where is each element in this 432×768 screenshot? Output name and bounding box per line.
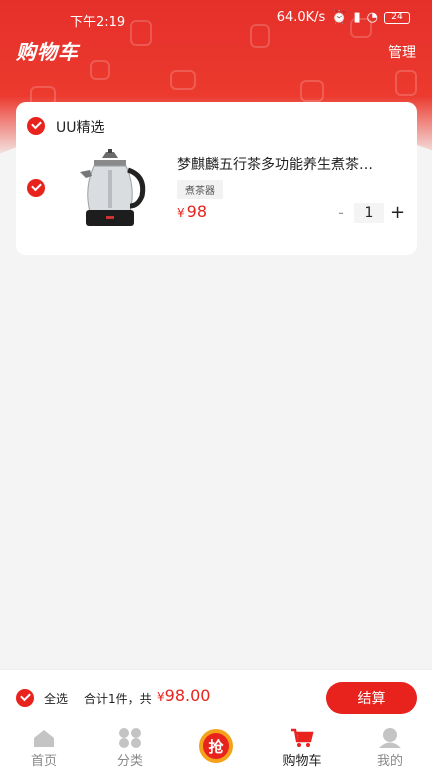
select-all-label[interactable]: 全选 <box>44 690 68 707</box>
wifi-icon: ◔ <box>366 10 378 25</box>
tab-label-cart: 购物车 <box>282 754 322 768</box>
grab-deal-icon[interactable]: 抢 <box>196 726 236 766</box>
total-price: ¥98.00 <box>157 686 210 705</box>
product-title[interactable]: 梦麒麟五行茶多功能养生煮茶… <box>177 154 397 174</box>
status-bar: 下午2:19 64.0K/s ⏰ ▮ ◔ 24 <box>0 0 432 36</box>
product-spec-tag[interactable]: 煮茶器 <box>177 180 223 199</box>
checkout-bar: 全选 合计1件，共 ¥98.00 结算 <box>0 669 432 725</box>
product-price: ¥98 <box>177 202 207 221</box>
shop-name[interactable]: UU精选 <box>56 117 105 137</box>
price-value: 98 <box>186 202 207 221</box>
shop-cart-card: UU精选 梦麒麟五行茶多功能养生煮茶… 煮茶器 ¥98 - 1 + <box>16 102 417 255</box>
signal-icon: ▮ <box>353 10 361 25</box>
product-image[interactable] <box>70 148 150 232</box>
total-currency: ¥ <box>157 690 165 704</box>
category-icon <box>119 728 141 748</box>
increase-button[interactable]: + <box>390 202 405 223</box>
price-currency: ¥ <box>177 206 185 220</box>
network-speed: 64.0K/s <box>276 10 326 25</box>
battery-icon: 24 <box>384 11 410 24</box>
tab-label-profile: 我的 <box>376 754 403 768</box>
grab-deal-text: 抢 <box>208 738 224 756</box>
select-all-check-icon[interactable] <box>16 689 34 707</box>
shop-check-icon[interactable] <box>27 117 45 135</box>
item-check-icon[interactable] <box>27 179 45 197</box>
quantity-input[interactable]: 1 <box>354 202 384 223</box>
profile-icon <box>379 728 401 748</box>
tab-label-home: 首页 <box>30 754 57 768</box>
quantity-stepper: - 1 + <box>334 202 405 223</box>
summary-text: 合计1件，共 <box>84 692 152 706</box>
tab-category[interactable]: 分类 <box>90 725 170 768</box>
tab-label-category: 分类 <box>116 754 143 768</box>
tab-cart[interactable]: 购物车 <box>262 725 342 768</box>
home-icon <box>34 730 54 747</box>
manage-button[interactable]: 管理 <box>388 42 416 62</box>
status-time: 下午2:19 <box>70 15 126 30</box>
alarm-icon: ⏰ <box>331 10 348 25</box>
cart-icon <box>291 728 314 747</box>
total-value: 98.00 <box>164 686 211 705</box>
tab-home[interactable]: 首页 <box>4 725 84 768</box>
tab-profile[interactable]: 我的 <box>350 725 430 768</box>
decrease-button[interactable]: - <box>334 203 348 222</box>
page-title: 购物车 <box>16 40 79 64</box>
checkout-button[interactable]: 结算 <box>326 682 417 714</box>
